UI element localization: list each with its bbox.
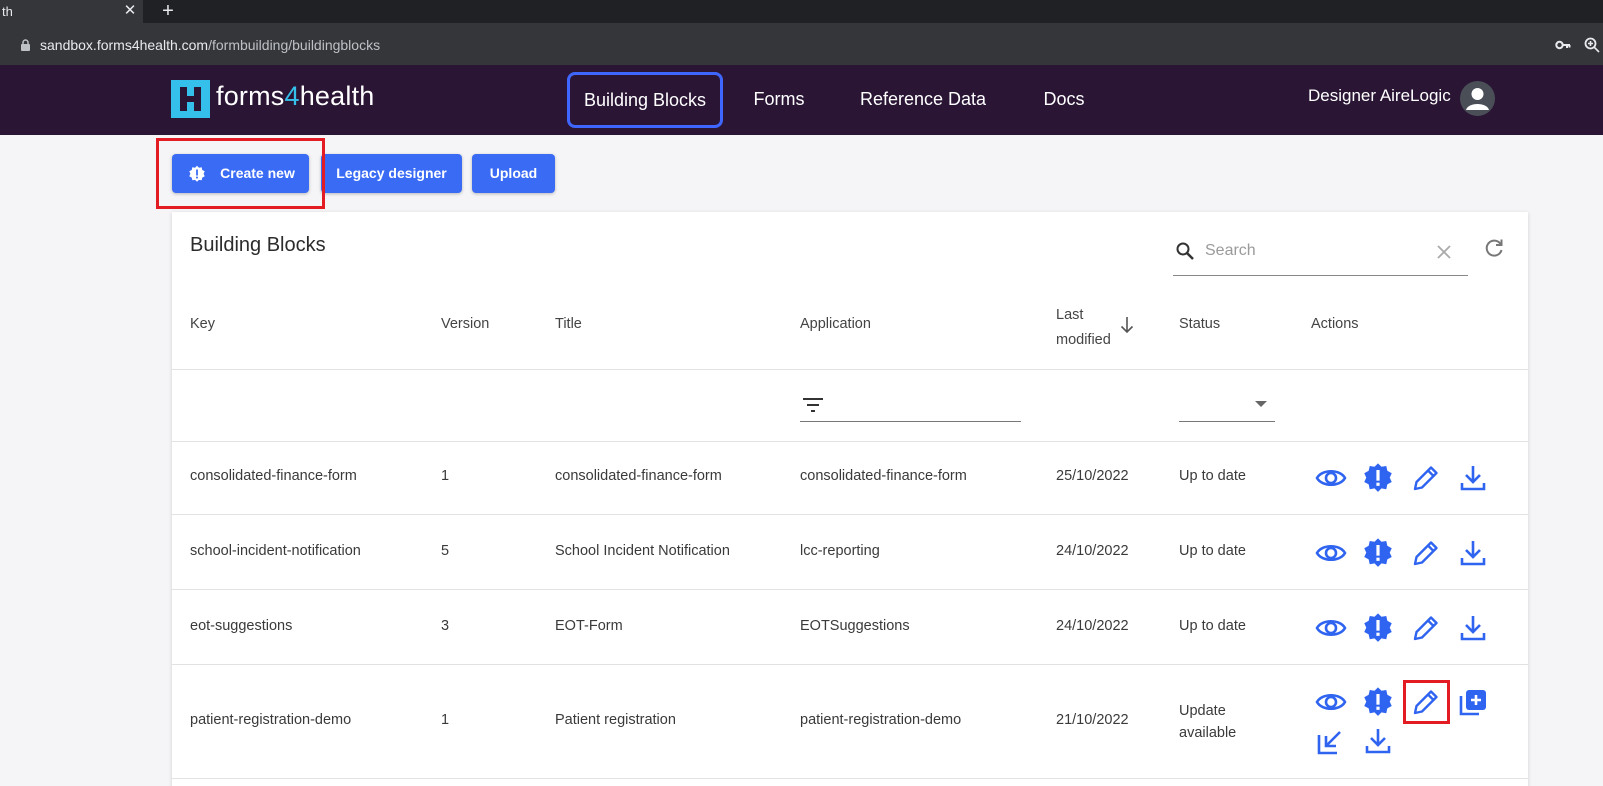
new-tab-button[interactable]: + xyxy=(158,0,178,23)
download-icon[interactable] xyxy=(1362,725,1394,757)
download-icon[interactable] xyxy=(1457,612,1489,644)
column-header-last-modified-line1: Last xyxy=(1056,307,1084,323)
view-icon[interactable] xyxy=(1315,612,1347,644)
divider xyxy=(172,589,1528,590)
nav-forms[interactable]: Forms xyxy=(745,72,813,128)
url-path: /formbuilding/buildingblocks xyxy=(208,37,381,53)
search-field[interactable] xyxy=(1173,229,1468,276)
column-header-key[interactable]: Key xyxy=(190,316,215,332)
divider xyxy=(172,369,1528,370)
edit-pencil-icon[interactable] xyxy=(1410,612,1442,644)
logo-text-digit: 4 xyxy=(284,81,300,111)
upload-button[interactable]: Upload xyxy=(472,154,555,193)
new-version-badge-icon[interactable] xyxy=(1362,612,1394,644)
edit-pencil-icon[interactable] xyxy=(1410,462,1442,494)
page-title: Building Blocks xyxy=(190,234,326,256)
cell-status-line1: Update xyxy=(1179,703,1226,719)
logo-text: forms4health xyxy=(216,81,374,112)
building-blocks-card: Building Blocks Key Version Title Applic… xyxy=(172,212,1528,786)
cell-version: 3 xyxy=(441,618,450,634)
browser-tab-title: th xyxy=(2,4,13,19)
key-icon[interactable] xyxy=(1555,38,1571,52)
user-name[interactable]: Designer AireLogic xyxy=(1308,86,1451,106)
cell-version: 1 xyxy=(441,468,450,484)
cell-last-modified: 21/10/2022 xyxy=(1056,712,1129,728)
refresh-icon[interactable] xyxy=(1483,237,1505,259)
nav-docs[interactable]: Docs xyxy=(1036,72,1092,128)
cell-status: Up to date xyxy=(1179,618,1246,634)
divider xyxy=(172,778,1528,779)
column-header-last-modified-line2: modified xyxy=(1056,332,1111,348)
cell-status: Up to date xyxy=(1179,468,1246,484)
chevron-down-icon xyxy=(1255,401,1267,407)
sort-descending-icon[interactable] xyxy=(1120,316,1134,334)
new-version-badge-icon[interactable] xyxy=(1362,537,1394,569)
cell-key: patient-registration-demo xyxy=(190,712,352,728)
cell-status-line2: available xyxy=(1179,725,1237,741)
column-header-status[interactable]: Status xyxy=(1179,316,1220,332)
cell-application: consolidated-finance-form xyxy=(800,468,967,484)
address-bar[interactable]: sandbox.forms4health.com/formbuilding/bu… xyxy=(0,23,1603,65)
search-input[interactable] xyxy=(1205,237,1425,265)
status-filter-select[interactable] xyxy=(1179,384,1275,422)
cell-version: 1 xyxy=(441,712,450,728)
cell-status: Update available xyxy=(1179,700,1236,744)
nav-building-blocks[interactable]: Building Blocks xyxy=(567,72,723,128)
cell-last-modified: 24/10/2022 xyxy=(1056,543,1129,559)
column-header-application[interactable]: Application xyxy=(800,316,871,332)
cell-key: school-incident-notification xyxy=(190,543,361,559)
cell-title: Patient registration xyxy=(555,712,676,728)
lock-icon xyxy=(21,39,30,51)
highlight-box-edit xyxy=(1403,680,1450,724)
column-header-last-modified[interactable]: Last modified xyxy=(1056,303,1111,353)
logo-text-suffix: health xyxy=(299,81,375,111)
cell-application: lcc-reporting xyxy=(800,543,880,559)
user-avatar-icon xyxy=(1466,88,1489,110)
duplicate-icon[interactable] xyxy=(1457,686,1489,718)
search-icon xyxy=(1176,242,1194,260)
url-host: sandbox.forms4health.com xyxy=(40,37,209,53)
avatar[interactable] xyxy=(1460,81,1495,116)
zoom-icon[interactable] xyxy=(1584,37,1600,53)
divider xyxy=(172,664,1528,665)
new-version-badge-icon[interactable] xyxy=(1362,686,1394,718)
url-text[interactable]: sandbox.forms4health.com/formbuilding/bu… xyxy=(40,37,380,53)
filter-icon xyxy=(803,398,823,412)
cell-last-modified: 25/10/2022 xyxy=(1056,468,1129,484)
app-header: forms4health Building Blocks Forms Refer… xyxy=(0,65,1603,135)
cell-key: eot-suggestions xyxy=(190,618,293,634)
divider xyxy=(172,441,1528,442)
cell-application: EOTSuggestions xyxy=(800,618,910,634)
application-filter-input[interactable] xyxy=(800,384,1021,422)
cell-last-modified: 24/10/2022 xyxy=(1056,618,1129,634)
browser-tab[interactable]: th ✕ xyxy=(0,0,143,23)
clear-search-icon[interactable] xyxy=(1435,243,1453,261)
divider xyxy=(172,514,1528,515)
forms4health-logo-icon xyxy=(171,80,210,118)
import-icon[interactable] xyxy=(1315,725,1347,757)
close-tab-icon[interactable]: ✕ xyxy=(122,3,138,19)
cell-key: consolidated-finance-form xyxy=(190,468,357,484)
download-icon[interactable] xyxy=(1457,462,1489,494)
cell-application: patient-registration-demo xyxy=(800,712,962,728)
column-header-actions: Actions xyxy=(1311,316,1359,332)
cell-title: School Incident Notification xyxy=(555,543,730,559)
view-icon[interactable] xyxy=(1315,537,1347,569)
logo-text-prefix: forms xyxy=(216,81,285,111)
new-version-badge-icon[interactable] xyxy=(1362,462,1394,494)
download-icon[interactable] xyxy=(1457,537,1489,569)
legacy-designer-button[interactable]: Legacy designer xyxy=(321,154,462,193)
edit-pencil-icon[interactable] xyxy=(1410,537,1442,569)
cell-title: EOT-Form xyxy=(555,618,623,634)
cell-status: Up to date xyxy=(1179,543,1246,559)
nav-reference-data[interactable]: Reference Data xyxy=(843,72,1003,128)
cell-title: consolidated-finance-form xyxy=(555,468,722,484)
column-header-version[interactable]: Version xyxy=(441,316,489,332)
highlight-box-create-new xyxy=(156,138,325,209)
browser-tab-bar: th ✕ + xyxy=(0,0,1603,23)
column-header-title[interactable]: Title xyxy=(555,316,582,332)
view-icon[interactable] xyxy=(1315,462,1347,494)
view-icon[interactable] xyxy=(1315,686,1347,718)
cell-version: 5 xyxy=(441,543,450,559)
